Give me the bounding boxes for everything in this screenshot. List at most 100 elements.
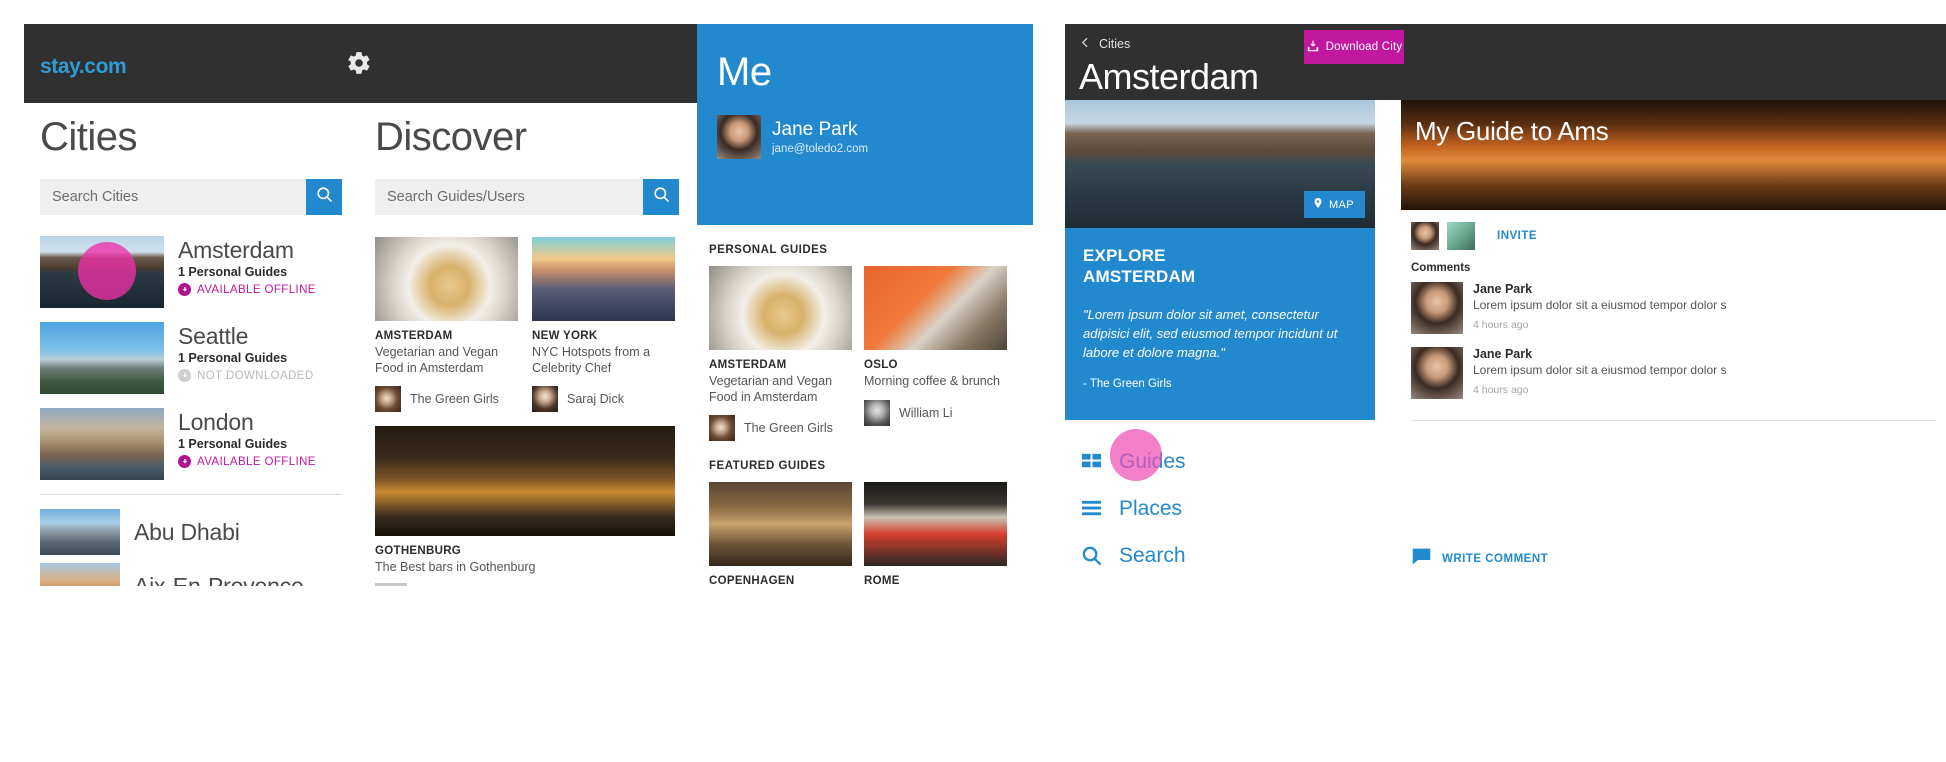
my-guide-title: My Guide to Ams [1415,116,1609,146]
avatar [1411,282,1463,334]
city-status-label: NOT DOWNLOADED [197,369,314,382]
avatar [709,415,735,442]
grid-icon [1079,450,1103,474]
featured-guide-description: The Best bars in Gothenburg [375,560,536,575]
invite-row[interactable]: INVITE [1401,210,1946,262]
me-user[interactable]: Jane Park jane@toledo2.com [717,115,1013,159]
featured-guide-city: GOTHENBURG [375,545,462,558]
guide-card-city: COPENHAGEN [709,575,795,586]
guide-card-description: Vegetarian and Vegan Food in Amsterdam [709,374,833,404]
guide-card-image [709,482,852,567]
discover-title: Discover [375,115,527,159]
discover-search-input[interactable]: Search Guides/Users [375,179,643,215]
comment-timestamp: 4 hours ago [1473,383,1529,396]
guide-card-author-name: Saraj Dick [567,392,624,407]
avatar [532,386,558,413]
discover-panel: Discover Search Guides/Users AMSTERDAM V… [362,103,697,586]
me-user-name: Jane Park [772,119,858,140]
download-status-icon [178,455,191,469]
guide-card-image [375,237,518,321]
comments-heading: Comments [1411,262,1471,274]
map-button[interactable]: MAP [1303,191,1365,218]
featured-guide-card[interactable]: GOTHENBURG The Best bars in Gothenburg [375,426,679,586]
city-name: Amsterdam [178,237,294,263]
guide-card-city: NEW YORK [532,330,598,342]
touch-indicator [78,242,136,300]
city-detail-window: Cities Amsterdam Download City MAP EXPLO… [1065,24,1946,586]
app-logo[interactable]: stay.com [40,55,127,79]
comment-timestamp: 4 hours ago [1473,318,1529,331]
guide-card-author[interactable]: Saraj Dick [532,386,675,413]
nav-item-places[interactable]: Places [1079,485,1375,532]
avatar [1411,347,1463,399]
cities-panel: Cities Search Cities Amsterdam 1 Persona… [24,103,362,586]
guide-card[interactable]: NEW YORK NYC Hotspots from a Celebrity C… [532,237,675,413]
guide-card-city: ROME [864,575,900,586]
city-status-label: AVAILABLE OFFLINE [197,283,316,296]
city-status: NOT DOWNLOADED [178,369,314,383]
write-comment-button[interactable]: WRITE COMMENT [1411,546,1548,572]
comment-text: Lorem ipsum dolor sit a eiusmod tempor d… [1473,363,1727,377]
guide-card[interactable]: AMSTERDAM Vegetarian and Vegan Food in A… [375,237,518,413]
city-detail-left-column: MAP EXPLORE AMSTERDAM "Lorem ipsum dolor… [1065,100,1375,586]
discover-search-button[interactable] [643,179,679,215]
me-header: Me Jane Park jane@toledo2.com [697,24,1033,225]
guide-card-author[interactable]: William Li [864,399,1007,426]
my-guide-hero[interactable]: My Guide to Ams [1401,100,1946,210]
invite-label: INVITE [1497,230,1538,242]
city-name: Aix-En-Provence [134,572,304,587]
comment-icon [1411,546,1432,572]
guide-card-author[interactable]: The Green Girls [375,386,518,413]
city-list-item[interactable]: Amsterdam 1 Personal Guides AVAILABLE OF… [40,236,342,308]
comment-author: Jane Park [1473,282,1533,296]
city-list-item[interactable]: Seattle 1 Personal Guides NOT DOWNLOADED [40,322,342,394]
avatar [1411,222,1439,250]
city-list-item[interactable]: Aix-En-Provence [40,563,342,586]
guide-card[interactable]: AMSTERDAM Vegetarian and Vegan Food in A… [709,266,852,442]
app-screenshot: stay.com Cities Search Cities Amsterdam … [0,0,1946,762]
cities-search-button[interactable] [306,179,342,215]
comment-item[interactable]: Jane Park Lorem ipsum dolor sit a eiusmo… [1401,282,1946,347]
explore-heading: EXPLORE AMSTERDAM [1083,246,1357,287]
guide-card-author[interactable]: The Green Girls [709,415,852,442]
back-to-cities-button[interactable]: Cities [1079,36,1130,52]
guide-card[interactable]: COPENHAGEN Copenhagen with Chef Adam [709,482,852,586]
cities-list: Amsterdam 1 Personal Guides AVAILABLE OF… [40,236,342,586]
cities-search-placeholder: Search Cities [52,189,139,205]
city-list-item[interactable]: London 1 Personal Guides AVAILABLE OFFLI… [40,408,342,480]
download-status-icon [178,283,191,297]
city-thumbnail [40,563,120,586]
explore-panel[interactable]: EXPLORE AMSTERDAM "Lorem ipsum dolor sit… [1065,228,1375,420]
discover-card-grid: AMSTERDAM Vegetarian and Vegan Food in A… [375,237,679,413]
guide-card-image [864,482,1007,567]
download-city-button[interactable]: Download City [1304,30,1404,64]
city-hero-image: MAP [1065,100,1375,228]
avatar [864,399,890,426]
me-title: Me [717,50,772,94]
search-icon [1079,544,1103,568]
nav-item-guides[interactable]: Guides [1079,429,1375,485]
city-thumbnail [40,408,164,480]
explore-heading-line2: AMSTERDAM [1083,266,1196,286]
guide-card-image [864,266,1007,350]
guide-card[interactable]: ROME The Best Pizza in Rome [864,482,1007,586]
cities-search-input[interactable]: Search Cities [40,179,306,215]
gear-icon[interactable] [346,50,372,76]
city-name: Seattle [178,323,249,349]
city-list-item[interactable]: Abu Dhabi [40,509,342,555]
scrollbar-thumb[interactable] [375,583,407,586]
city-thumbnail [40,322,164,394]
featured-guide-image [375,426,675,537]
comment-text: Lorem ipsum dolor sit a eiusmod tempor d… [1473,298,1727,312]
section-label-featured-guides: FEATURED GUIDES [709,460,826,473]
city-guides-count: 1 Personal Guides [178,351,288,366]
discover-search-placeholder: Search Guides/Users [387,189,525,205]
nav-item-search[interactable]: Search [1079,532,1375,579]
explore-quote: "Lorem ipsum dolor sit amet, consectetur… [1083,307,1338,361]
guide-card-author-name: The Green Girls [410,392,499,407]
avatar [717,115,761,159]
download-status-icon [178,369,191,383]
comment-item[interactable]: Jane Park Lorem ipsum dolor sit a eiusmo… [1401,347,1946,412]
map-pin-icon [1312,197,1324,212]
guide-card[interactable]: OSLO Morning coffee & brunch William Li [864,266,1007,441]
